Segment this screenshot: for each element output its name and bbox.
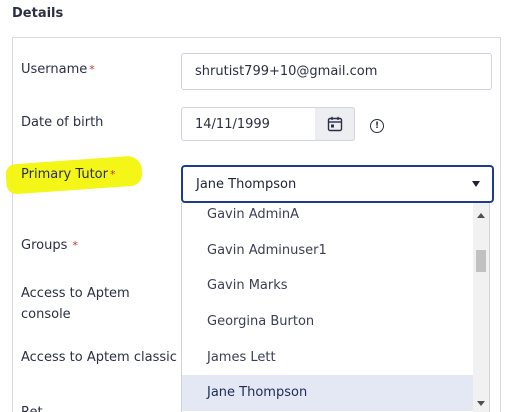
- username-label: Username *: [21, 60, 95, 80]
- dropdown-scrollbar[interactable]: [473, 203, 489, 412]
- scroll-up-icon[interactable]: [477, 213, 485, 218]
- dropdown-option[interactable]: Gavin AdminA: [182, 203, 475, 233]
- scroll-down-icon[interactable]: [477, 401, 485, 406]
- console-access-label: Access to Aptem console: [21, 286, 130, 322]
- tutor-options: Gavin AdminA Gavin Adminuser1 Gavin Marks G…: [182, 203, 475, 411]
- dob-input[interactable]: 14/11/1999: [181, 107, 316, 141]
- required-marker: *: [89, 63, 95, 76]
- primary-tutor-value: Jane Thompson: [196, 176, 297, 192]
- partial-label: Ret: [21, 403, 43, 412]
- dropdown-option[interactable]: Georgina Burton: [182, 304, 475, 340]
- username-input[interactable]: shrutist799+10@gmail.com: [181, 53, 492, 90]
- calendar-icon: [327, 116, 342, 132]
- primary-tutor-label-text: Primary Tutor: [21, 167, 108, 182]
- dropdown-option[interactable]: Gavin Adminuser1: [182, 233, 475, 269]
- primary-tutor-select[interactable]: Jane Thompson: [181, 165, 494, 203]
- groups-label-text: Groups: [21, 238, 68, 253]
- required-marker: *: [72, 239, 78, 252]
- chevron-down-icon: [472, 181, 480, 187]
- classic-access-label: Access to Aptem classic: [21, 350, 177, 365]
- primary-tutor-label: Primary Tutor *: [21, 165, 115, 185]
- dob-label: Date of birth: [21, 115, 104, 130]
- tutor-dropdown-list[interactable]: Gavin AdminA Gavin Adminuser1 Gavin Marks G…: [181, 203, 490, 412]
- section-title: Details: [12, 6, 64, 21]
- dropdown-option[interactable]: Jane Thompson: [182, 374, 475, 411]
- required-marker: *: [109, 168, 116, 181]
- username-label-text: Username: [21, 62, 88, 77]
- info-icon[interactable]: !: [370, 119, 384, 133]
- calendar-button[interactable]: [315, 107, 355, 141]
- dropdown-option[interactable]: Gavin Marks: [182, 268, 475, 304]
- dropdown-option[interactable]: James Lett: [182, 339, 475, 375]
- scrollbar-thumb[interactable]: [476, 250, 486, 272]
- groups-label: Groups *: [21, 236, 78, 256]
